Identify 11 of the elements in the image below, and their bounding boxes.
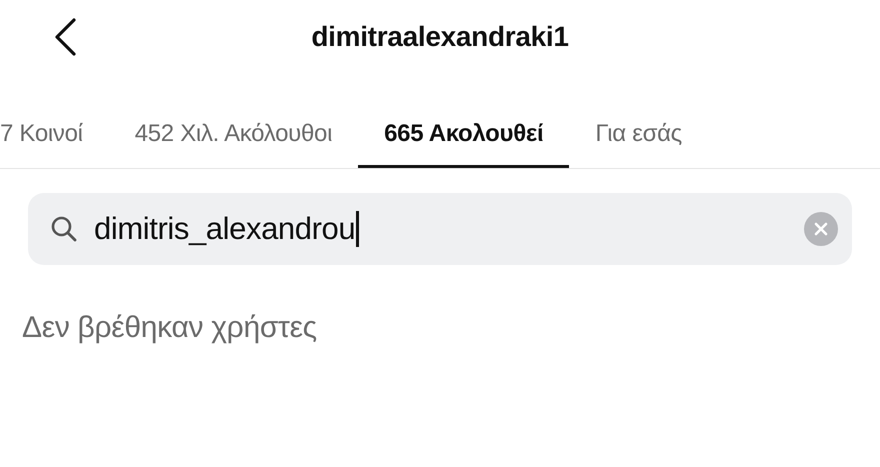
tab[interactable]: 452 Χιλ. Ακόλουθοι [108, 116, 358, 168]
back-icon [53, 18, 77, 56]
close-icon [814, 222, 828, 236]
tab[interactable]: 7 Κοινοί [0, 116, 109, 168]
search-field[interactable]: dimitris_alexandrou [28, 193, 852, 265]
search-icon [50, 215, 78, 243]
empty-message: Δεν βρέθηκαν χρήστες [22, 311, 317, 344]
profile-title: dimitraalexandraki1 [311, 20, 569, 54]
tab[interactable]: Για εσάς [569, 116, 708, 168]
tab[interactable]: 665 Ακολουθεί [358, 116, 570, 168]
search-text: dimitris_alexandrou [94, 210, 356, 248]
